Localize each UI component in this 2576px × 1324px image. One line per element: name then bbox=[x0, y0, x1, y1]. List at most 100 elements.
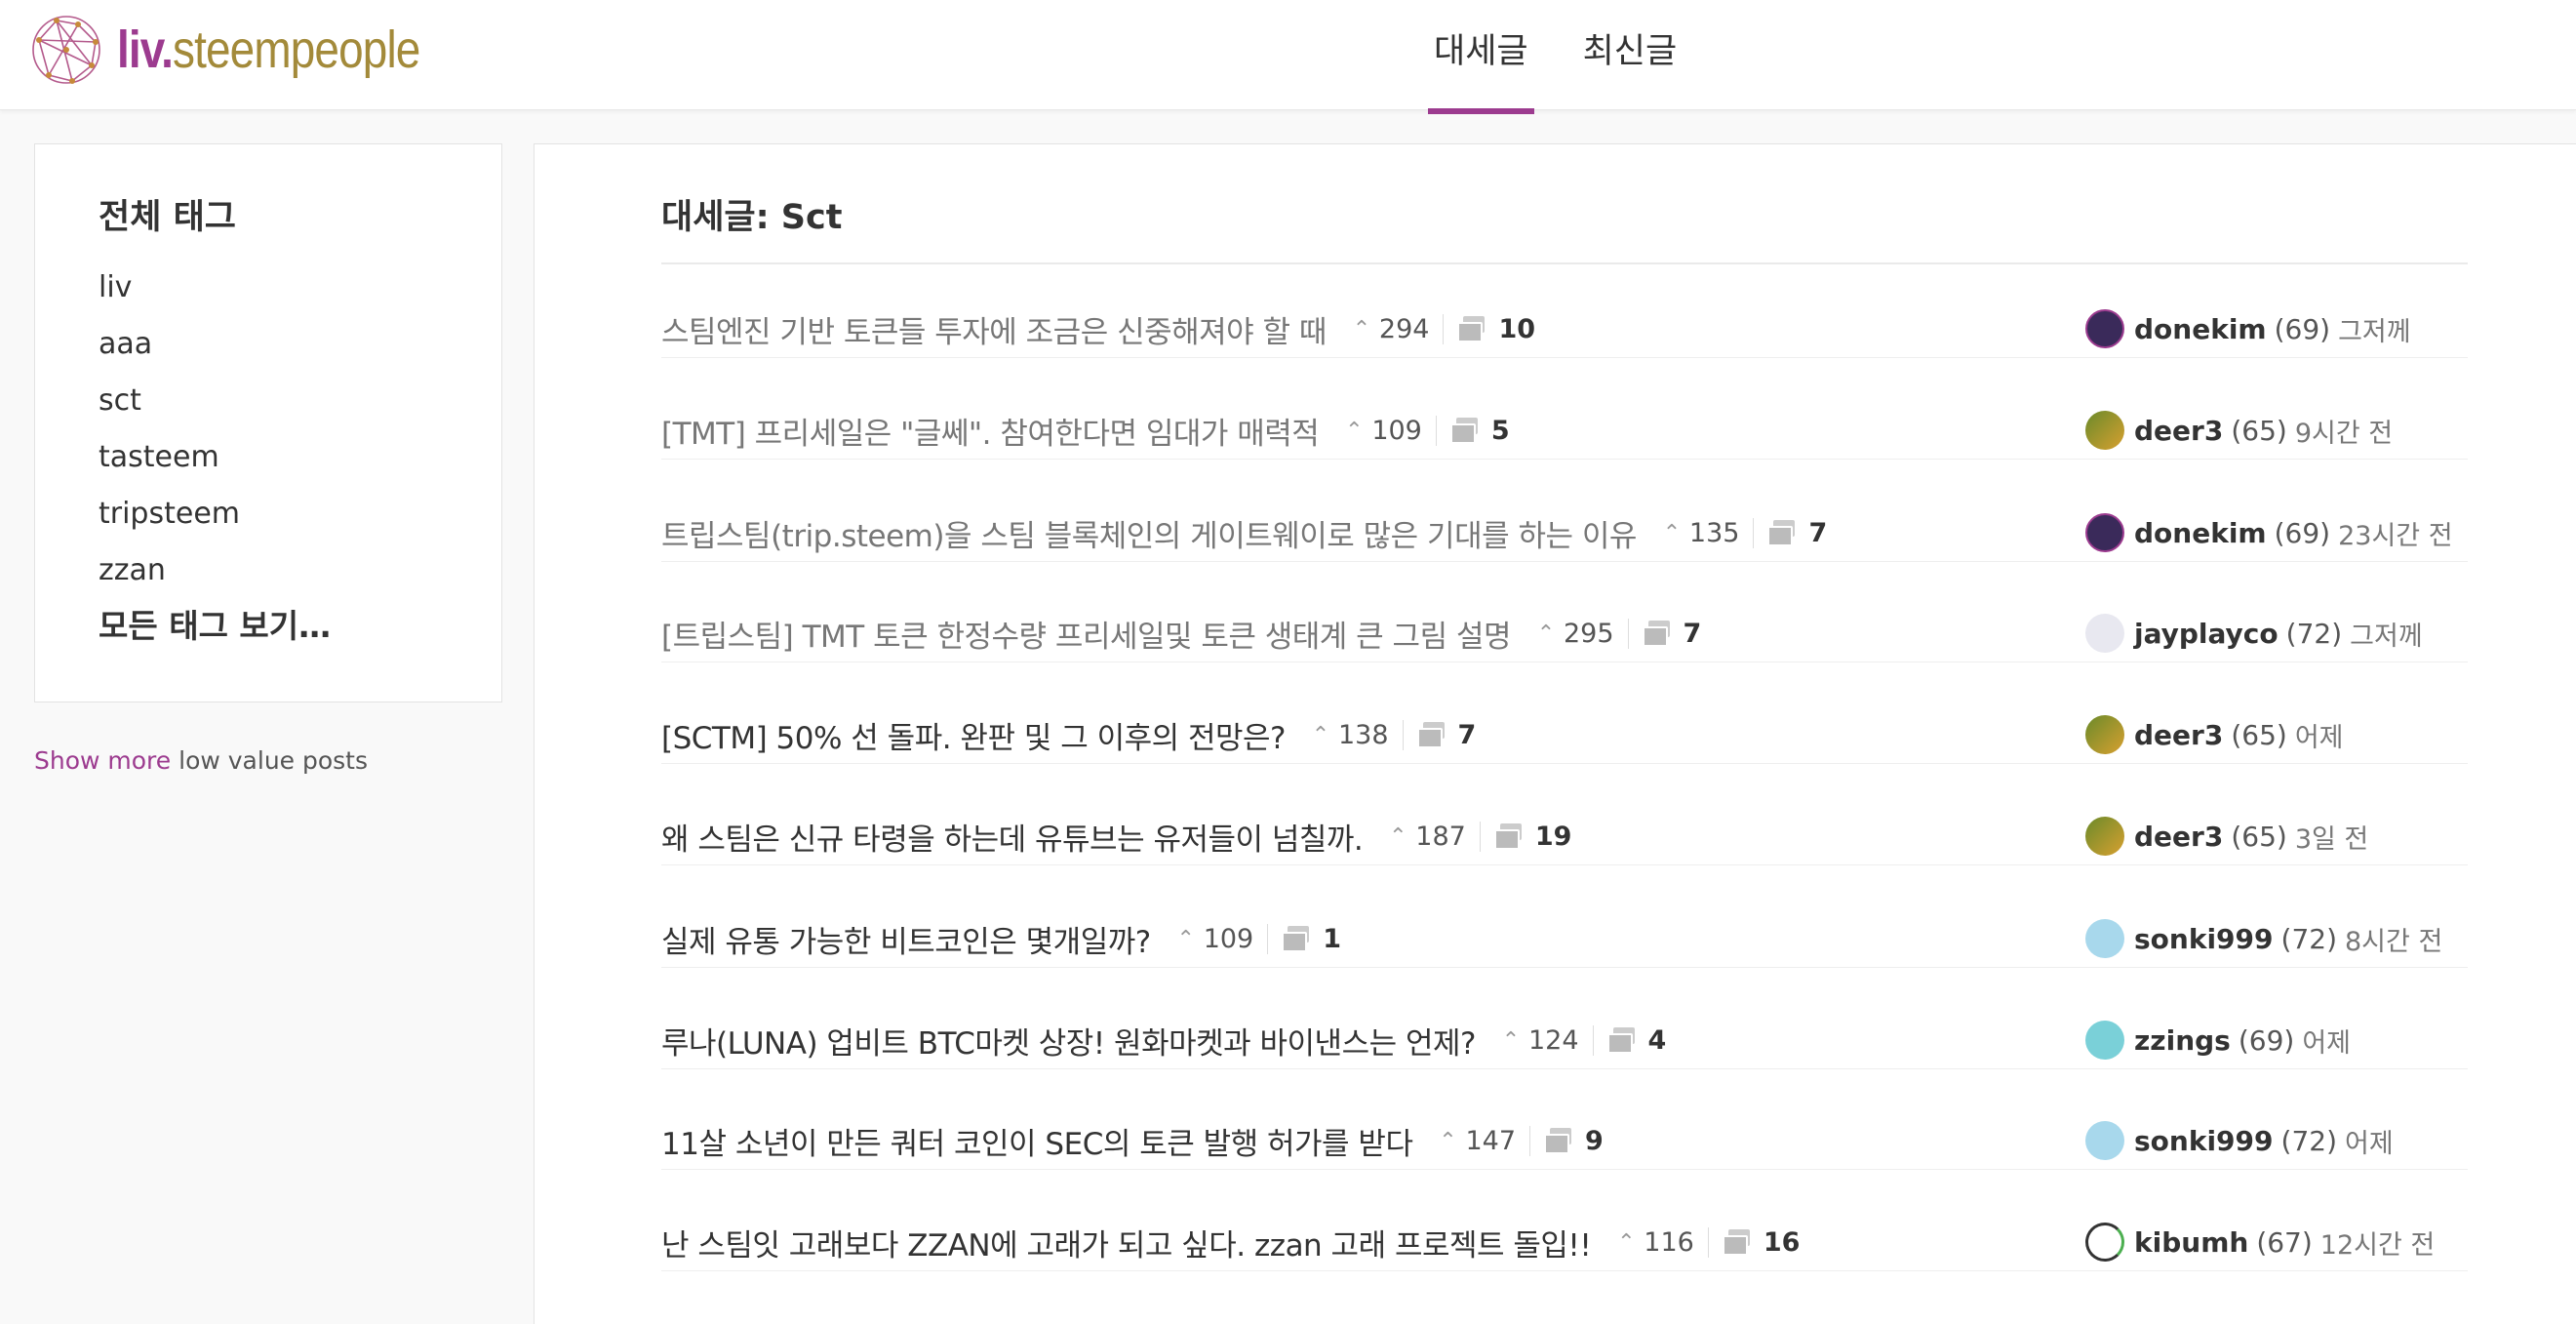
comment-count[interactable]: 10 bbox=[1498, 314, 1535, 344]
author-link[interactable]: deer3 bbox=[2134, 719, 2223, 751]
comment-count[interactable]: 1 bbox=[1323, 924, 1341, 954]
author-link[interactable]: deer3 bbox=[2134, 821, 2223, 853]
post-author-info: donekim (69) 그저께 bbox=[2085, 307, 2411, 350]
tab-new[interactable]: 최신글 bbox=[1577, 0, 1684, 110]
tag-item-aaa[interactable]: aaa bbox=[99, 316, 240, 373]
comment-count[interactable]: 7 bbox=[1684, 619, 1702, 649]
chevron-up-icon[interactable]: ⌃ bbox=[1380, 824, 1415, 849]
post-meta-left: [SCTM] 50% 선 돌파. 완판 및 그 이후의 전망은? ⌃ 138 7 bbox=[661, 713, 1476, 756]
post-author-info: sonki999 (72) 어제 bbox=[2085, 1119, 2394, 1162]
post-title-link[interactable]: 11살 소년이 만든 쿼터 코인이 SEC의 토큰 발행 허가를 받다 bbox=[661, 1119, 1413, 1163]
author-link[interactable]: sonki999 bbox=[2134, 1125, 2274, 1157]
tag-item-sct[interactable]: sct bbox=[99, 373, 240, 429]
author-link[interactable]: jayplayco bbox=[2134, 618, 2279, 650]
vote-count: 295 bbox=[1564, 618, 1629, 649]
comment-count[interactable]: 9 bbox=[1585, 1126, 1604, 1156]
author-link[interactable]: kibumh bbox=[2134, 1226, 2248, 1259]
chevron-up-icon[interactable]: ⌃ bbox=[1303, 723, 1338, 747]
comment-count[interactable]: 16 bbox=[1764, 1227, 1801, 1258]
vote-count: 187 bbox=[1415, 821, 1481, 852]
site-logo[interactable]: liv.steempeople bbox=[27, 12, 473, 88]
avatar[interactable] bbox=[2085, 411, 2124, 450]
chevron-up-icon[interactable]: ⌃ bbox=[1528, 622, 1564, 646]
post-title-link[interactable]: 스팀엔진 기반 토큰들 투자에 조금은 신중해져야 할 때 bbox=[661, 307, 1327, 351]
post-title-link[interactable]: [SCTM] 50% 선 돌파. 완판 및 그 이후의 전망은? bbox=[661, 713, 1287, 757]
vote-count: 109 bbox=[1371, 415, 1437, 446]
avatar[interactable] bbox=[2085, 1223, 2124, 1262]
post-time: 어제 bbox=[2345, 1128, 2394, 1159]
tag-item-tripsteem[interactable]: tripsteem bbox=[99, 486, 240, 542]
avatar[interactable] bbox=[2085, 513, 2124, 552]
post-author-info: sonki999 (72) 8시간 전 bbox=[2085, 917, 2442, 960]
author-link[interactable]: sonki999 bbox=[2134, 923, 2274, 955]
logo-text: liv.steempeople bbox=[117, 20, 420, 79]
comment-icon[interactable] bbox=[1767, 520, 1797, 546]
chevron-up-icon[interactable]: ⌃ bbox=[1344, 317, 1379, 341]
post-list-panel: 대세글: Sct 스팀엔진 기반 토큰들 투자에 조금은 신중해져야 할 때 ⌃ 2… bbox=[534, 143, 2576, 1324]
post-author-info: deer3 (65) 3일 전 bbox=[2085, 815, 2368, 858]
post-author-info: zzings (69) 어제 bbox=[2085, 1019, 2351, 1062]
logo-text-steempeople: steempeople bbox=[172, 20, 420, 79]
chevron-up-icon[interactable]: ⌃ bbox=[1336, 419, 1371, 443]
chevron-up-icon[interactable]: ⌃ bbox=[1608, 1230, 1644, 1255]
comment-icon[interactable] bbox=[1282, 926, 1311, 952]
comment-icon[interactable] bbox=[1416, 722, 1447, 748]
comment-icon[interactable] bbox=[1493, 823, 1524, 850]
post-title-link[interactable]: [TMT] 프리세일은 "글쎄". 참여한다면 임대가 매력적 bbox=[661, 409, 1320, 453]
main-nav: 대세글 최신글 bbox=[1428, 0, 1725, 114]
low-value-label: low value posts bbox=[178, 746, 369, 775]
comment-count[interactable]: 7 bbox=[1808, 518, 1827, 548]
comment-count[interactable]: 5 bbox=[1491, 416, 1510, 446]
comment-icon[interactable] bbox=[1722, 1229, 1752, 1256]
avatar[interactable] bbox=[2085, 1021, 2124, 1060]
post-row: [TMT] 프리세일은 "글쎄". 참여한다면 임대가 매력적 ⌃ 109 5 deer… bbox=[661, 401, 2468, 460]
avatar[interactable] bbox=[2085, 1121, 2124, 1160]
post-title-link[interactable]: 트립스팀(trip.steem)을 스팀 블록체인의 게이트웨이로 많은 기대를… bbox=[661, 511, 1637, 555]
show-more-link[interactable]: Show more bbox=[34, 746, 171, 775]
author-reputation: (69) bbox=[2274, 312, 2331, 345]
comment-icon[interactable] bbox=[1457, 316, 1486, 342]
chevron-up-icon[interactable]: ⌃ bbox=[1493, 1028, 1528, 1053]
comment-count[interactable]: 19 bbox=[1535, 822, 1572, 852]
comment-count[interactable]: 4 bbox=[1648, 1025, 1667, 1056]
tag-item-liv[interactable]: liv bbox=[99, 260, 240, 316]
comment-icon[interactable] bbox=[1449, 418, 1480, 444]
author-link[interactable]: donekim bbox=[2134, 313, 2267, 345]
chevron-up-icon[interactable]: ⌃ bbox=[1430, 1129, 1465, 1153]
comment-icon[interactable] bbox=[1606, 1027, 1637, 1054]
tag-sidebar: 전체 태그 liv aaa sct tasteem tripsteem zzan… bbox=[34, 143, 502, 702]
post-title-link[interactable]: 실제 유통 가능한 비트코인은 몇개일까? bbox=[661, 917, 1151, 961]
post-title-link[interactable]: [트립스팀] TMT 토큰 한정수량 프리세일및 토큰 생태계 큰 그림 설명 bbox=[661, 612, 1512, 656]
avatar[interactable] bbox=[2085, 614, 2124, 653]
author-link[interactable]: zzings bbox=[2134, 1024, 2231, 1057]
post-row: 실제 유통 가능한 비트코인은 몇개일까? ⌃ 109 1 sonki999 (72) 8시… bbox=[661, 909, 2468, 968]
post-title-link[interactable]: 왜 스팀은 신규 타령을 하는데 유튜브는 유저들이 넘칠까. bbox=[661, 815, 1364, 859]
avatar[interactable] bbox=[2085, 309, 2124, 348]
post-author-info: deer3 (65) 어제 bbox=[2085, 713, 2344, 756]
post-time: 어제 bbox=[2294, 722, 2344, 753]
comment-count[interactable]: 7 bbox=[1458, 720, 1477, 750]
post-row: [SCTM] 50% 선 돌파. 완판 및 그 이후의 전망은? ⌃ 138 7 dee… bbox=[661, 705, 2468, 764]
comment-icon[interactable] bbox=[1544, 1128, 1573, 1154]
tag-item-zzan[interactable]: zzan bbox=[99, 542, 240, 599]
avatar[interactable] bbox=[2085, 715, 2124, 754]
chevron-up-icon[interactable]: ⌃ bbox=[1169, 927, 1204, 951]
post-row: 루나(LUNA) 업비트 BTC마켓 상장! 원화마켓과 바이낸스는 언제? ⌃ 1… bbox=[661, 1011, 2468, 1069]
chevron-up-icon[interactable]: ⌃ bbox=[1654, 521, 1689, 545]
tab-trending[interactable]: 대세글 bbox=[1428, 0, 1534, 114]
post-row: 트립스팀(trip.steem)을 스팀 블록체인의 게이트웨이로 많은 기대를… bbox=[661, 503, 2468, 562]
vote-count: 109 bbox=[1204, 923, 1269, 954]
post-title-link[interactable]: 루나(LUNA) 업비트 BTC마켓 상장! 원화마켓과 바이낸스는 언제? bbox=[661, 1019, 1476, 1063]
author-link[interactable]: deer3 bbox=[2134, 415, 2223, 447]
post-row: [트립스팀] TMT 토큰 한정수량 프리세일및 토큰 생태계 큰 그림 설명 ⌃… bbox=[661, 604, 2468, 662]
post-meta-left: [트립스팀] TMT 토큰 한정수량 프리세일및 토큰 생태계 큰 그림 설명 ⌃… bbox=[661, 612, 1701, 655]
post-title-link[interactable]: 난 스팀잇 고래보다 ZZAN에 고래가 되고 싶다. zzan 고래 프로젝트… bbox=[661, 1221, 1592, 1264]
avatar[interactable] bbox=[2085, 817, 2124, 856]
tag-item-tasteem[interactable]: tasteem bbox=[99, 429, 240, 486]
avatar[interactable] bbox=[2085, 919, 2124, 958]
author-link[interactable]: donekim bbox=[2134, 517, 2267, 549]
author-reputation: (72) bbox=[2280, 922, 2337, 955]
author-reputation: (65) bbox=[2231, 718, 2287, 751]
all-tags-link[interactable]: 모든 태그 보기… bbox=[99, 600, 331, 647]
comment-icon[interactable] bbox=[1642, 621, 1672, 647]
